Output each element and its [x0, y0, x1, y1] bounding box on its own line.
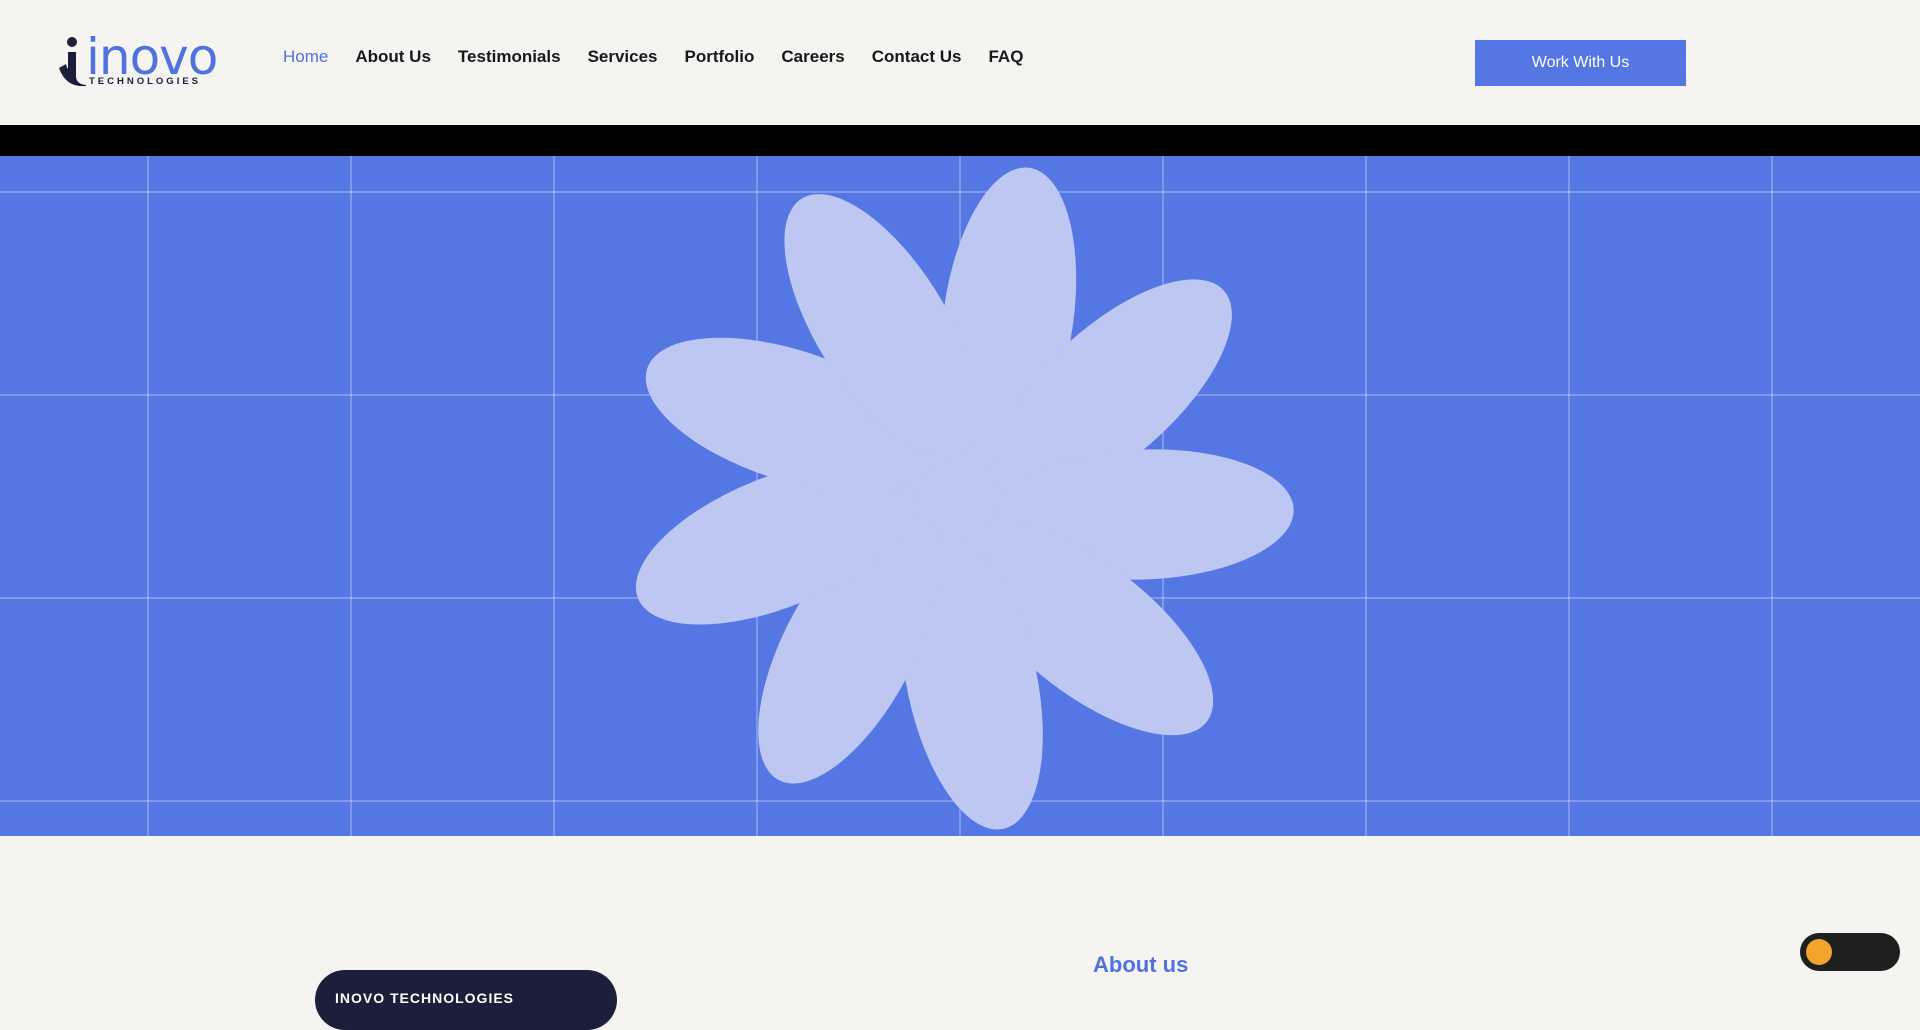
theme-toggle[interactable] [1800, 933, 1900, 971]
about-title: About us [1093, 952, 1189, 977]
nav-faq[interactable]: FAQ [988, 47, 1023, 67]
logo-wordmark: inovo [86, 28, 218, 86]
nav-careers[interactable]: Careers [781, 47, 844, 67]
header-divider-strip [0, 125, 1920, 156]
company-pill: INOVO TECHNOLOGIES [315, 970, 617, 1030]
logo[interactable]: inovo TECHNOLOGIES [54, 32, 218, 90]
hero-section [0, 156, 1920, 836]
nav-about-us[interactable]: About Us [355, 47, 431, 67]
main-nav: Home About Us Testimonials Services Port… [283, 47, 1050, 67]
site-header: inovo TECHNOLOGIES Home About Us Testimo… [0, 0, 1920, 125]
nav-home[interactable]: Home [283, 47, 328, 67]
nav-contact-us[interactable]: Contact Us [872, 47, 962, 67]
logo-subtitle: TECHNOLOGIES [89, 76, 202, 87]
nav-testimonials[interactable]: Testimonials [458, 47, 561, 67]
nav-portfolio[interactable]: Portfolio [685, 47, 755, 67]
flower-graphic [635, 167, 1294, 830]
toggle-knob-icon [1806, 939, 1832, 965]
nav-services[interactable]: Services [588, 47, 658, 67]
about-section: INOVO TECHNOLOGIES About us [0, 836, 1920, 1030]
work-with-us-button[interactable]: Work With Us [1475, 40, 1686, 86]
